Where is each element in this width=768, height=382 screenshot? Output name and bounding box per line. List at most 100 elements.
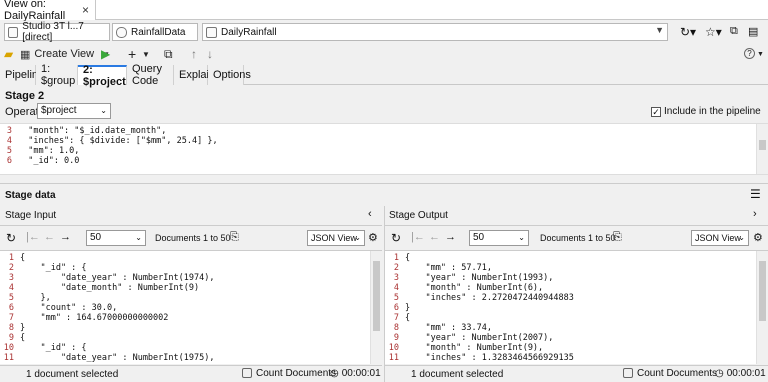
count-documents-button[interactable]: Count Documents xyxy=(242,368,336,379)
chevron-down-icon: ▼ xyxy=(655,25,664,35)
line-number: 6 xyxy=(6,156,12,166)
tab-explain[interactable]: Explain xyxy=(174,65,215,85)
tab-view-dailyrainfall[interactable]: View on: DailyRainfall × xyxy=(0,0,96,22)
line-text: "year" : NumberInt(2007), xyxy=(405,333,554,343)
tab-pipeline[interactable]: Pipeline xyxy=(0,65,44,85)
line-number: 3 xyxy=(393,273,399,283)
view-icon: ▦ xyxy=(20,48,31,61)
line-number: 3 xyxy=(6,126,12,136)
tab-query-code[interactable]: Query Code xyxy=(127,63,174,87)
input-code: 1{2 "_id" : {3 "date_year" : NumberInt(1… xyxy=(0,253,215,363)
go-to-icon[interactable]: ⎘ xyxy=(230,231,239,244)
server-icon xyxy=(8,26,19,38)
refresh-icon[interactable]: ↻ xyxy=(6,231,16,245)
tab-project[interactable]: 2: $project xyxy=(78,64,127,88)
database-selector[interactable]: RainfallData xyxy=(112,23,198,41)
documents-range: Documents 1 to 50 xyxy=(155,233,231,243)
refresh-icon[interactable]: ↻▾ xyxy=(680,25,696,39)
add-stage-icon[interactable]: + xyxy=(128,46,136,62)
next-page-icon[interactable]: → xyxy=(60,231,71,243)
run-icon[interactable]: ▶ xyxy=(101,46,110,62)
scrollbar-thumb[interactable] xyxy=(759,261,766,321)
paste-icon[interactable]: ▤ xyxy=(748,25,758,38)
first-page-icon[interactable]: |← xyxy=(411,231,425,243)
chevron-down-icon[interactable]: ▼ xyxy=(142,46,150,62)
refresh-icon[interactable]: ↻ xyxy=(391,231,401,245)
page-size-select[interactable]: 50 ⌄ xyxy=(86,230,146,246)
editor-code: 3 "month": "$_id.date_month", 4 "inches":… xyxy=(0,126,218,166)
line-number: 6 xyxy=(393,303,399,313)
copy-icon[interactable]: ⧉ xyxy=(730,25,738,38)
close-icon[interactable]: × xyxy=(82,3,89,17)
create-view-button[interactable]: ▦ Create View ▼ xyxy=(20,46,110,62)
code-line: 9{ xyxy=(0,333,214,343)
chevron-down-icon: ⌄ xyxy=(738,233,745,242)
chevron-down-icon[interactable]: ▼ xyxy=(757,46,764,62)
collapse-right-icon[interactable]: › xyxy=(753,208,757,220)
timer: ◷ 00:00:01 xyxy=(715,368,766,379)
line-number: 7 xyxy=(393,313,399,323)
move-up-icon[interactable]: ↑ xyxy=(191,46,197,62)
operator-select[interactable]: $project ⌄ xyxy=(37,103,111,119)
tab-group[interactable]: 1: $group xyxy=(36,63,78,87)
line-number: 8 xyxy=(8,323,14,333)
page-size-value: 50 xyxy=(473,232,485,243)
first-page-icon[interactable]: |← xyxy=(26,231,40,243)
settings-icon[interactable]: ⚙ xyxy=(753,231,763,244)
code-line: 1{ xyxy=(0,253,214,263)
database-icon xyxy=(116,26,127,38)
scrollbar-thumb[interactable] xyxy=(759,140,766,150)
output-header: Stage Output › xyxy=(385,206,768,226)
code-line: 8 "mm" : 33.74, xyxy=(385,323,574,333)
connection-label: Studio 3T l...7 [direct] xyxy=(22,21,84,43)
line-number: 7 xyxy=(8,313,14,323)
toolbar: ▰ ▦ Create View ▼ ▶ + ▼ ⧉ ↑ ↓ ? ▼ xyxy=(0,44,768,64)
go-to-icon[interactable]: ⎘ xyxy=(613,231,622,244)
clock-icon: ◷ xyxy=(715,368,724,379)
input-scrollbar[interactable] xyxy=(370,251,382,364)
tab-options[interactable]: Options xyxy=(208,65,251,85)
menu-icon[interactable]: ☰ xyxy=(750,187,761,201)
line-text: "_id" : { xyxy=(20,263,87,273)
timer-value: 00:00:01 xyxy=(341,368,381,379)
output-results[interactable]: 1{2 "mm" : 57.71, 3 "year" : NumberInt(19… xyxy=(385,250,768,364)
connection-selector[interactable]: Studio 3T l...7 [direct] xyxy=(4,21,110,43)
prev-page-icon[interactable]: ← xyxy=(429,231,440,243)
move-down-icon[interactable]: ↓ xyxy=(207,46,213,62)
collection-selector[interactable]: DailyRainfall ▼ xyxy=(202,23,668,41)
count-documents-button[interactable]: Count Documents xyxy=(623,368,717,379)
line-text: } xyxy=(405,303,411,313)
prev-page-icon[interactable]: ← xyxy=(44,231,55,243)
collapse-left-icon[interactable]: ‹ xyxy=(368,208,372,220)
next-page-icon[interactable]: → xyxy=(445,231,456,243)
settings-icon[interactable]: ⚙ xyxy=(368,231,378,244)
line-text: "count" : 30.0, xyxy=(20,303,118,313)
line-number: 6 xyxy=(8,303,14,313)
code-line: 5 }, xyxy=(0,293,214,303)
view-mode-select[interactable]: JSON View ⌄ xyxy=(691,230,749,246)
line-text: "inches": { $divide: ["$mm", 25.4] }, xyxy=(18,136,218,146)
view-mode-value: JSON View xyxy=(311,233,357,243)
count-icon xyxy=(242,368,252,379)
include-checkbox[interactable]: ✓ xyxy=(651,107,661,117)
input-results[interactable]: 1{2 "_id" : {3 "date_year" : NumberInt(1… xyxy=(0,250,382,364)
code-line: 6} xyxy=(385,303,574,313)
editor-scrollbar[interactable] xyxy=(756,124,768,174)
output-scrollbar[interactable] xyxy=(756,251,768,364)
input-status-bar: 1 document selected Count Documents ◷ 00:… xyxy=(0,365,382,382)
line-number: 5 xyxy=(393,293,399,303)
database-label: RainfallData xyxy=(131,26,186,38)
duplicate-icon[interactable]: ⧉ xyxy=(164,46,173,62)
help-icon[interactable]: ? xyxy=(744,48,755,59)
code-line: 7{ xyxy=(385,313,574,323)
star-icon[interactable]: ☆▾ xyxy=(705,25,722,39)
timer: ◷ 00:00:01 xyxy=(330,368,381,379)
scrollbar-thumb[interactable] xyxy=(373,261,380,331)
folder-icon[interactable]: ▰ xyxy=(4,46,13,62)
page-size-select[interactable]: 50 ⌄ xyxy=(469,230,529,246)
view-mode-select[interactable]: JSON View ⌄ xyxy=(307,230,365,246)
line-text: }, xyxy=(20,293,51,303)
line-number: 5 xyxy=(8,293,14,303)
stage-editor[interactable]: 3 "month": "$_id.date_month", 4 "inches":… xyxy=(0,123,768,175)
line-text: "inches" : 1.3283464566929135 xyxy=(405,353,574,363)
